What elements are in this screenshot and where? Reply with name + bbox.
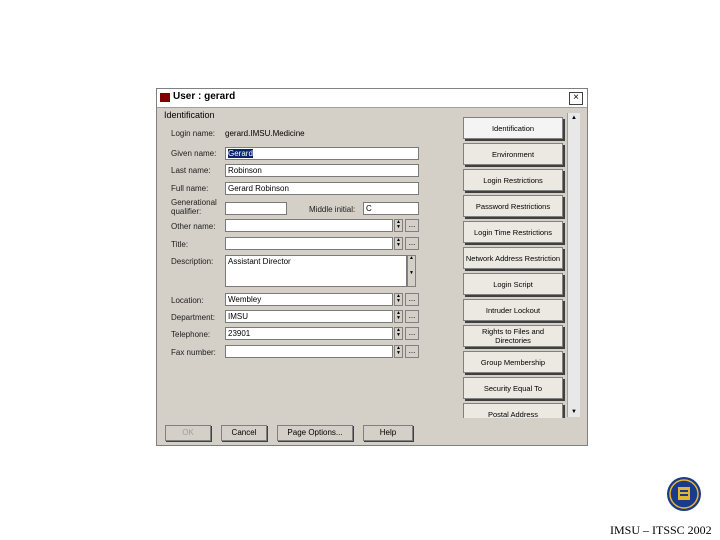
tab-network-address-restriction[interactable]: Network Address Restriction: [463, 247, 563, 269]
help-button[interactable]: Help: [363, 425, 413, 441]
identification-form: Login name: gerard.IMSU.Medicine Given n…: [163, 122, 457, 412]
department-label: Department:: [171, 313, 216, 322]
tab-intruder-lockout[interactable]: Intruder Lockout: [463, 299, 563, 321]
tabs-scrollbar[interactable]: ▲ ▼: [567, 113, 580, 417]
tab-security-equal-to[interactable]: Security Equal To: [463, 377, 563, 399]
cancel-button[interactable]: Cancel: [221, 425, 267, 441]
location-spin[interactable]: ▲ ▼: [394, 293, 403, 306]
generational-field[interactable]: [225, 202, 287, 215]
tab-postal-address[interactable]: Postal Address: [463, 403, 563, 418]
page-title: Identification: [164, 110, 215, 120]
title-browse-button[interactable]: ...: [405, 237, 419, 250]
last-name-field[interactable]: Robinson: [225, 164, 419, 177]
fax-field[interactable]: [225, 345, 393, 358]
department-browse-button[interactable]: ...: [405, 310, 419, 323]
tab-identification[interactable]: Identification: [463, 117, 563, 139]
title-spin[interactable]: ▲ ▼: [394, 237, 403, 250]
fax-browse-button[interactable]: ...: [405, 345, 419, 358]
close-icon[interactable]: ×: [569, 92, 583, 105]
full-name-field[interactable]: Gerard Robinson: [225, 182, 419, 195]
given-name-field[interactable]: Gerard: [225, 147, 419, 160]
title-field[interactable]: [225, 237, 393, 250]
scroll-down-icon[interactable]: ▼: [568, 407, 580, 417]
telephone-label: Telephone:: [171, 330, 211, 339]
tab-password-restrictions[interactable]: Password Restrictions: [463, 195, 563, 217]
middle-initial-field[interactable]: C: [363, 202, 419, 215]
title-bar: User : gerard ×: [157, 89, 587, 108]
description-label: Description:: [171, 257, 214, 266]
university-crest-icon: [667, 477, 701, 511]
login-name-value: gerard.IMSU.Medicine: [225, 129, 305, 138]
description-scrollbar[interactable]: ▲ ▼: [407, 255, 416, 287]
middle-initial-label: Middle initial:: [309, 205, 356, 214]
tab-login-script[interactable]: Login Script: [463, 273, 563, 295]
telephone-field[interactable]: 23901: [225, 327, 393, 340]
window-title: User : gerard: [173, 91, 236, 102]
scroll-up-icon[interactable]: ▲: [568, 113, 580, 123]
other-name-spin[interactable]: ▲ ▼: [394, 219, 403, 232]
tab-rights-to-files[interactable]: Rights to Files and Directories: [463, 325, 563, 347]
other-name-label: Other name:: [171, 222, 216, 231]
telephone-browse-button[interactable]: ...: [405, 327, 419, 340]
ok-button[interactable]: OK: [165, 425, 211, 441]
tab-login-restrictions[interactable]: Login Restrictions: [463, 169, 563, 191]
location-browse-button[interactable]: ...: [405, 293, 419, 306]
location-label: Location:: [171, 296, 204, 305]
telephone-spin[interactable]: ▲ ▼: [394, 327, 403, 340]
department-spin[interactable]: ▲ ▼: [394, 310, 403, 323]
tab-group-membership[interactable]: Group Membership: [463, 351, 563, 373]
description-textarea[interactable]: Assistant Director: [225, 255, 407, 287]
full-name-label: Full name:: [171, 184, 209, 193]
generational-label-1: Generational: [171, 198, 217, 207]
title-label: Title:: [171, 240, 189, 249]
other-name-field[interactable]: [225, 219, 393, 232]
user-dialog: User : gerard × Identification Login nam…: [156, 88, 588, 446]
footer-text: IMSU – ITSSC 2002: [610, 523, 712, 537]
generational-label-2: qualifier:: [171, 207, 202, 216]
given-name-label: Given name:: [171, 149, 217, 158]
other-name-browse-button[interactable]: ...: [405, 219, 419, 232]
last-name-label: Last name:: [171, 166, 211, 175]
fax-label: Fax number:: [171, 348, 216, 357]
login-name-label: Login name:: [171, 129, 216, 138]
tab-environment[interactable]: Environment: [463, 143, 563, 165]
app-icon: [160, 93, 170, 102]
page-tabs: Identification Environment Login Restric…: [461, 113, 567, 418]
tab-login-time-restrictions[interactable]: Login Time Restrictions: [463, 221, 563, 243]
department-field[interactable]: IMSU: [225, 310, 393, 323]
fax-spin[interactable]: ▲ ▼: [394, 345, 403, 358]
page-options-button[interactable]: Page Options...: [277, 425, 353, 441]
location-field[interactable]: Wembley: [225, 293, 393, 306]
